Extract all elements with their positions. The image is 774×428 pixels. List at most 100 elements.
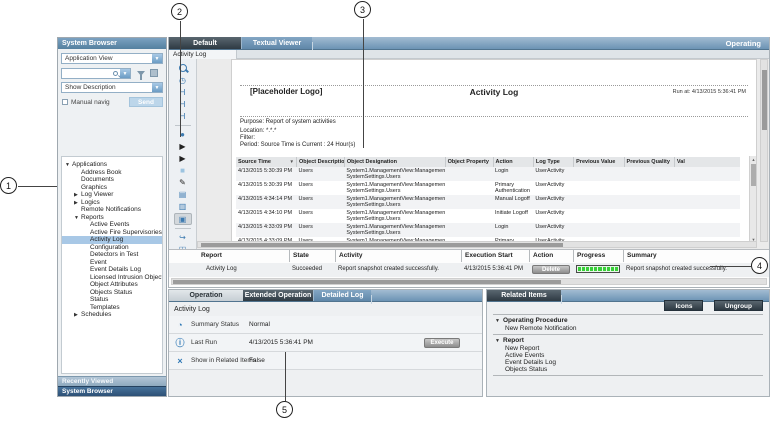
edit-icon[interactable]: ✎	[174, 177, 192, 188]
tree-item-applications[interactable]: ▼Applications	[62, 161, 162, 169]
stop-icon[interactable]: ■	[174, 165, 192, 176]
clock-icon[interactable]: ◷	[174, 75, 192, 86]
table-row[interactable]: 4/13/2015 4:33:09 PMUsersSystem1.Managem…	[236, 223, 740, 237]
tree-item-reports[interactable]: ▼Reports	[62, 214, 162, 222]
scrollbar-thumb[interactable]	[201, 243, 563, 247]
tree-item-active-fire-supervisories[interactable]: Active Fire Supervisories	[62, 229, 162, 237]
tree-item-active-events[interactable]: Active Events	[62, 221, 162, 229]
execution-column-summary: Summary	[623, 250, 763, 262]
tree-item-event-details-log[interactable]: Event Details Log	[62, 266, 162, 274]
recently-viewed-bar[interactable]: Recently Viewed	[58, 376, 166, 386]
header-2-icon[interactable]: H	[174, 99, 192, 110]
column-header-log-type[interactable]: Log Type	[533, 157, 573, 167]
related-item-new-remote-notification[interactable]: New Remote Notification	[493, 325, 763, 332]
related-item-event-details-log[interactable]: Event Details Log	[493, 359, 763, 366]
tree-item-licensed-intrusion-objects[interactable]: Licensed Intrusion Objects	[62, 274, 162, 282]
tree-item-activity-log[interactable]: Activity Log	[62, 236, 162, 244]
table-row[interactable]: 4/13/2015 4:34:14 PMUsersSystem1.Managem…	[236, 195, 740, 209]
export-excel-icon[interactable]: ▥	[174, 201, 192, 212]
related-item-new-report[interactable]: New Report	[493, 345, 763, 352]
table-row[interactable]: 4/13/2015 4:34:10 PMUsersSystem1.Managem…	[236, 209, 740, 223]
tree-item-event[interactable]: Event	[62, 259, 162, 267]
save-as-icon[interactable]: ↪	[174, 232, 192, 243]
column-header-previous-value[interactable]: Previous Value	[574, 157, 624, 167]
tab-textual-viewer[interactable]: Textual Viewer	[241, 37, 312, 49]
table-row[interactable]: 4/13/2015 5:30:39 PMUsersSystem1.Managem…	[236, 167, 740, 181]
table-cell	[624, 181, 674, 195]
search-input[interactable]: ▼	[61, 68, 131, 79]
chevron-down-icon[interactable]: ▼	[152, 54, 162, 63]
tree-item-configuration[interactable]: Configuration	[62, 244, 162, 252]
snapshot-icon[interactable]: ▣	[174, 213, 192, 225]
description-dropdown[interactable]: Show Description ▼	[61, 82, 163, 93]
run-icon[interactable]: ▶	[174, 141, 192, 152]
column-header-source-time[interactable]: Source Time▼	[236, 157, 296, 167]
save-icon[interactable]	[150, 69, 158, 77]
scrollbar-thumb[interactable]	[751, 164, 756, 186]
column-header-object-designation[interactable]: Object Designation	[344, 157, 445, 167]
chevron-down-icon[interactable]: ▼	[152, 83, 162, 92]
column-header-val[interactable]: Val	[674, 157, 740, 167]
sort-desc-icon[interactable]: ▼	[290, 159, 294, 164]
tree-item-object-attributes[interactable]: Object Attributes	[62, 281, 162, 289]
related-group-report[interactable]: ▼Report	[493, 337, 763, 345]
tree-item-status[interactable]: Status	[62, 296, 162, 304]
tree-item-detectors-in-test[interactable]: Detectors in Test	[62, 251, 162, 259]
column-header-action[interactable]: Action	[493, 157, 533, 167]
header-1-icon[interactable]: H	[174, 87, 192, 98]
view-selector-dropdown[interactable]: Application View ▼	[61, 53, 163, 64]
delete-button[interactable]: Delete	[532, 265, 570, 274]
scroll-up-icon[interactable]: ▲	[750, 157, 757, 162]
tree-item-graphics[interactable]: Graphics	[62, 184, 162, 192]
filter-icon[interactable]	[137, 71, 145, 76]
tree-item-label: Active Fire Supervisories	[90, 229, 162, 236]
tree-item-logics[interactable]: ▶Logics	[62, 199, 162, 207]
operation-row-show-in-related-items[interactable]: ×Show in Related ItemsFalse	[169, 352, 482, 370]
related-item-objects-status[interactable]: Objects Status	[493, 366, 763, 373]
column-header-object-description[interactable]: Object Description	[296, 157, 344, 167]
viewer-vertical-scrollbar[interactable]	[760, 59, 768, 242]
run-options-icon[interactable]: ▶	[174, 153, 192, 164]
record-icon[interactable]: ●	[174, 129, 192, 140]
send-button[interactable]: Send	[129, 97, 163, 107]
operation-row-summary-status[interactable]: ◔Summary StatusNormal	[169, 316, 482, 334]
collapse-icon[interactable]: ▼	[493, 337, 503, 345]
column-header-previous-quality[interactable]: Previous Quality	[624, 157, 674, 167]
tree-item-documents[interactable]: Documents	[62, 176, 162, 184]
column-header-object-property[interactable]: Object Property	[445, 157, 493, 167]
execution-horizontal-scrollbar[interactable]	[171, 278, 767, 285]
tree-item-schedules[interactable]: ▶Schedules	[62, 311, 162, 319]
tree-item-label: Activity Log	[90, 236, 123, 243]
tree-item-remote-notifications[interactable]: Remote Notifications	[62, 206, 162, 214]
ungroup-button[interactable]: Ungroup	[714, 300, 763, 311]
chevron-down-icon[interactable]: ▼	[120, 69, 130, 78]
export-pdf-icon[interactable]: ▤	[174, 189, 192, 200]
tab-detailed-log[interactable]: Detailed Log	[313, 290, 371, 301]
manual-nav-checkbox[interactable]	[62, 99, 68, 105]
tree-item-templates[interactable]: Templates	[62, 304, 162, 312]
tab-operation[interactable]: Operation	[169, 290, 243, 301]
related-group-operating-procedure[interactable]: ▼Operating Procedure	[493, 317, 763, 325]
collapse-icon[interactable]: ▼	[65, 162, 72, 170]
system-browser-bar[interactable]: System Browser	[58, 386, 166, 396]
header-3-icon[interactable]: H	[174, 111, 192, 122]
table-vertical-scrollbar[interactable]: ▲ ▼	[749, 156, 756, 243]
tab-related-items[interactable]: Related Items	[487, 290, 561, 301]
collapse-icon[interactable]: ▼	[493, 317, 503, 325]
related-item-active-events[interactable]: Active Events	[493, 352, 763, 359]
table-row[interactable]: 4/13/2015 5:30:39 PMUsersSystem1.Managem…	[236, 181, 740, 195]
collapse-icon[interactable]: ▼	[74, 215, 81, 223]
table-cell	[445, 167, 493, 181]
execute-button[interactable]: Execute	[424, 338, 460, 348]
expand-icon[interactable]: ▶	[74, 312, 81, 320]
tab-extended-operation[interactable]: Extended Operation	[243, 290, 313, 301]
tree-item-objects-status[interactable]: Objects Status	[62, 289, 162, 297]
scrollbar-thumb[interactable]	[173, 280, 561, 284]
operation-row-last-run[interactable]: ⓘLast Run4/13/2015 5:36:41 PMExecute	[169, 334, 482, 352]
tree-item-log-viewer[interactable]: ▶Log Viewer	[62, 191, 162, 199]
tree-item-address-book[interactable]: Address Book	[62, 169, 162, 177]
viewer-horizontal-scrollbar[interactable]	[197, 241, 757, 248]
search-icon[interactable]	[174, 63, 192, 74]
icons-button[interactable]: Icons	[664, 300, 703, 311]
scrollbar-thumb[interactable]	[762, 70, 767, 130]
